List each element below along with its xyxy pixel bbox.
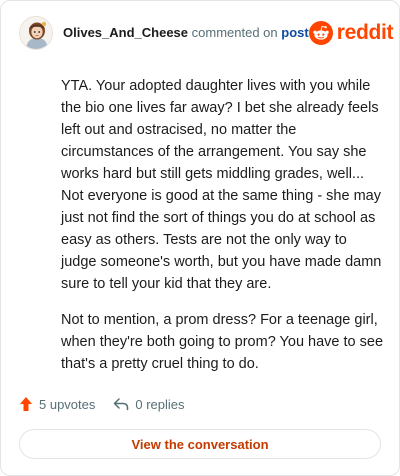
upvotes-stat[interactable]: 5 upvotes [19, 396, 95, 412]
action-text: commented on [191, 25, 278, 40]
comment-embed-card: Olives_And_Cheese commented on post redd… [0, 0, 400, 476]
reply-arrow-icon [114, 398, 129, 411]
replies-stat[interactable]: 0 replies [113, 396, 185, 412]
comment-header: Olives_And_Cheese commented on post redd… [19, 15, 394, 51]
reddit-snoo-icon [308, 21, 333, 45]
comment-footer: 5 upvotes 0 replies [19, 393, 383, 415]
replies-count: 0 replies [135, 396, 185, 412]
avatar-illustration [20, 17, 52, 49]
user-avatar[interactable] [19, 16, 53, 50]
upvote-arrow-icon [20, 397, 32, 411]
reddit-wordmark: reddit [336, 21, 394, 44]
username-link[interactable]: Olives_And_Cheese [63, 25, 188, 40]
comment-meta: Olives_And_Cheese commented on post [63, 25, 309, 41]
reddit-brand-link[interactable]: reddit [308, 21, 394, 45]
post-link[interactable]: post [281, 25, 308, 40]
comment-paragraph-2: Not to mention, a prom dress? For a teen… [61, 312, 384, 372]
comment-paragraph-1: YTA. Your adopted daughter lives with yo… [61, 78, 382, 292]
upvotes-count: 5 upvotes [39, 396, 96, 412]
comment-body: YTA. Your adopted daughter lives with yo… [61, 75, 383, 389]
view-conversation-button[interactable]: View the conversation [19, 429, 381, 459]
